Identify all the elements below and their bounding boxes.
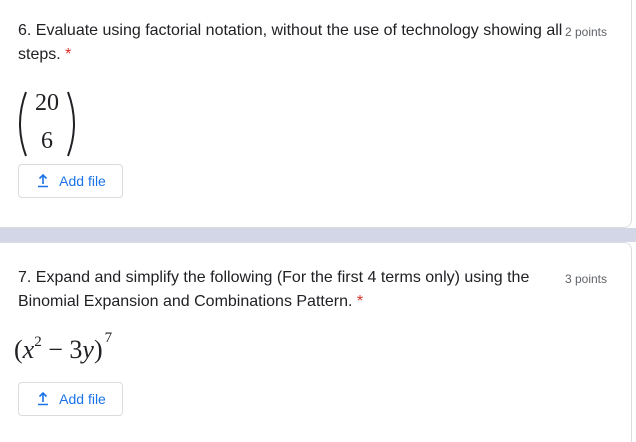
math-expression: (x2 − 3y) 7 [14,330,113,364]
required-asterisk: * [65,46,72,63]
expr-outer-exponent: 7 [104,330,113,346]
add-file-button[interactable]: Add file [18,382,123,416]
question-title: 6. Evaluate using factorial notation, wi… [18,19,563,67]
question-text: 6. Evaluate using factorial notation, wi… [18,22,563,63]
expr-coefficient: 3 [69,335,83,364]
upload-icon [35,173,51,189]
binom-top: 20 [35,90,59,116]
binom-bottom: 6 [41,128,53,154]
add-file-label: Add file [59,391,106,407]
required-asterisk: * [356,293,364,310]
question-title: 7. Expand and simplify the following (Fo… [18,266,548,314]
add-file-button[interactable]: Add file [18,164,123,198]
points-label: 3 points [564,272,607,286]
section-separator [0,228,636,242]
binomial-coefficient: 20 6 [14,88,80,160]
question-text: 7. Expand and simplify the following (Fo… [18,269,530,310]
upload-icon [35,391,51,407]
question-card-6: 6. Evaluate using factorial notation, wi… [0,0,632,228]
expr-x-exponent: 2 [34,334,42,350]
expr-minus: − [48,335,63,364]
question-card-7: 7. Expand and simplify the following (Fo… [0,242,632,442]
points-label: 2 points [564,25,607,39]
add-file-label: Add file [59,173,106,189]
expr-x: x [22,335,35,364]
expr-y: y [82,335,94,364]
